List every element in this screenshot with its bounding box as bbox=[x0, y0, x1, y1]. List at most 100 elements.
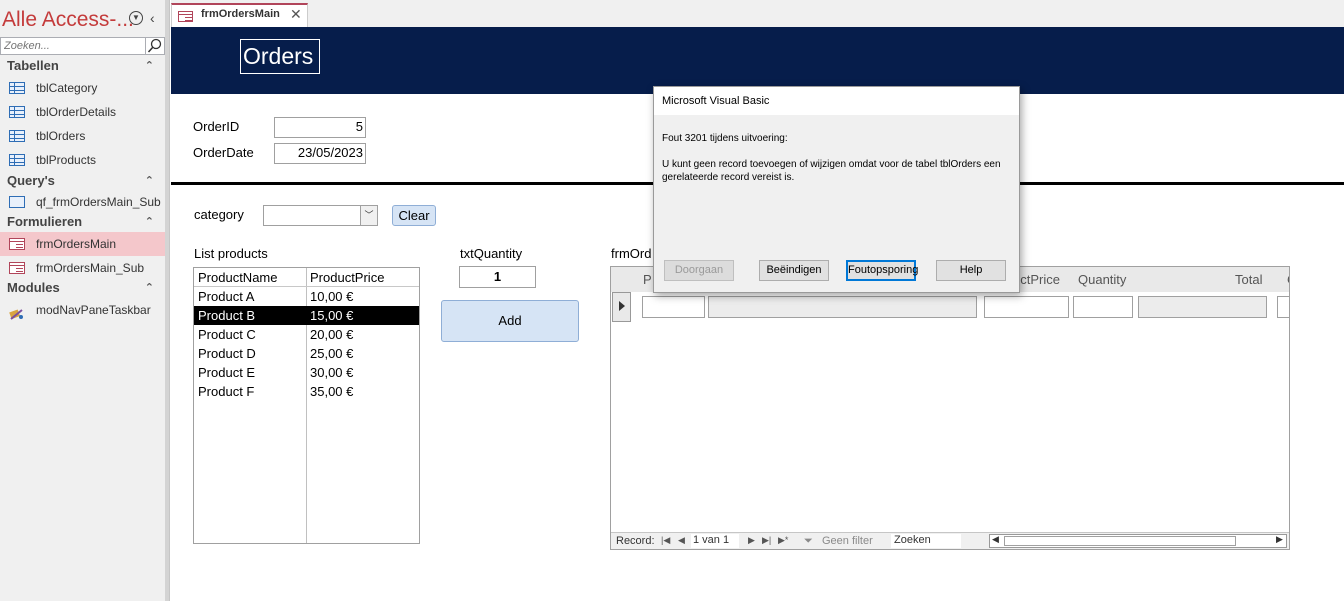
list-item[interactable]: Product E 30,00 € bbox=[194, 363, 419, 382]
nav-item-label: modNavPaneTaskbar bbox=[36, 303, 151, 317]
first-record-icon[interactable]: |◀ bbox=[661, 535, 670, 546]
nav-item-frmordersmain[interactable]: frmOrdersMain bbox=[0, 232, 165, 256]
nav-item-tblorders[interactable]: tblOrders bbox=[0, 124, 165, 148]
subform-label: frmOrd bbox=[611, 246, 652, 261]
product-name: Product D bbox=[198, 346, 256, 361]
quantity-field[interactable] bbox=[1073, 296, 1133, 318]
dialog-message: Fout 3201 tijdens uitvoering: U kunt gee… bbox=[662, 132, 1014, 184]
error-description: U kunt geen record toevoegen of wijzigen… bbox=[662, 159, 1001, 183]
product-name: Product F bbox=[198, 384, 255, 399]
next-record-icon[interactable]: ▶ bbox=[748, 535, 755, 546]
tab-frmordersmain[interactable]: frmOrdersMain ✕ bbox=[171, 3, 308, 27]
products-listbox[interactable]: ProductName ProductPrice Product A 10,00 … bbox=[193, 267, 420, 544]
product-price-field[interactable] bbox=[984, 296, 1069, 318]
chevron-down-icon[interactable]: ▼ bbox=[129, 11, 143, 25]
category-combo[interactable]: ﹀ bbox=[263, 205, 378, 226]
nav-item-frmordersmain-sub[interactable]: frmOrdersMain_Sub bbox=[0, 256, 165, 280]
subform-search-text: Zoeken bbox=[894, 534, 931, 546]
nav-item-label: tblProducts bbox=[36, 153, 97, 167]
nav-group-tabellen[interactable]: Tabellen ⌃ bbox=[0, 56, 165, 76]
nav-item-qf-frmordersmain-sub[interactable]: qf_frmOrdersMain_Sub bbox=[0, 190, 165, 214]
filter-icon[interactable]: ⏷ bbox=[804, 535, 813, 548]
category-label: category bbox=[194, 207, 244, 222]
record-number-field[interactable]: 1 van 1 bbox=[691, 534, 739, 548]
nav-item-tblorderdetails[interactable]: tblOrderDetails bbox=[0, 100, 165, 124]
record-navigation-bar: Record: |◀ ◀ 1 van 1 ▶ ▶| ▶* ⏷ Geen filt… bbox=[611, 532, 1289, 549]
extra-field[interactable] bbox=[1277, 296, 1289, 318]
product-price: 10,00 € bbox=[310, 289, 354, 304]
nav-search-input[interactable] bbox=[0, 37, 146, 55]
scroll-left-icon[interactable]: ◀ bbox=[992, 534, 999, 545]
clear-button[interactable]: Clear bbox=[392, 205, 436, 226]
tab-label: frmOrdersMain bbox=[201, 8, 280, 20]
table-icon bbox=[9, 154, 25, 166]
horizontal-scrollbar[interactable]: ◀ ▶ bbox=[989, 534, 1287, 548]
order-id-label: OrderID bbox=[193, 119, 240, 134]
nav-item-label: tblCategory bbox=[36, 81, 98, 95]
document-tab-bar bbox=[171, 0, 1344, 27]
nav-item-label: tblOrders bbox=[36, 129, 86, 143]
search-icon[interactable] bbox=[146, 37, 165, 55]
add-button[interactable]: Add bbox=[441, 300, 579, 342]
nav-item-tblcategory[interactable]: tblCategory bbox=[0, 76, 165, 100]
product-name: Product B bbox=[198, 308, 256, 323]
help-button[interactable]: Help bbox=[936, 260, 1006, 281]
dialog-title: Microsoft Visual Basic bbox=[662, 95, 770, 107]
nav-item-tblproducts[interactable]: tblProducts bbox=[0, 148, 165, 172]
list-item[interactable]: Product C 20,00 € bbox=[194, 325, 419, 344]
new-record-icon[interactable]: ▶* bbox=[778, 535, 788, 546]
end-button[interactable]: Beëindigen bbox=[759, 260, 829, 281]
close-icon[interactable]: ✕ bbox=[290, 6, 302, 22]
debug-button[interactable]: Foutopsporing bbox=[846, 260, 918, 281]
product-price: 15,00 € bbox=[310, 308, 354, 323]
last-record-icon[interactable]: ▶| bbox=[762, 535, 771, 546]
collapse-pane-icon[interactable]: ‹ bbox=[150, 9, 155, 27]
nav-group-label: Modules bbox=[7, 280, 60, 295]
product-price: 25,00 € bbox=[310, 346, 354, 361]
column-header-productprice: ProductPrice bbox=[310, 270, 385, 285]
chevron-up-icon: ⌃ bbox=[144, 216, 154, 228]
scroll-right-icon[interactable]: ▶ bbox=[1276, 534, 1283, 545]
order-date-label: OrderDate bbox=[193, 145, 254, 160]
product-name: Product C bbox=[198, 327, 256, 342]
chevron-up-icon: ⌃ bbox=[144, 60, 154, 72]
record-label: Record: bbox=[616, 535, 655, 547]
column-header-quantity: Quantity bbox=[1078, 272, 1127, 287]
form-icon bbox=[9, 238, 25, 250]
nav-item-modnavpanetaskbar[interactable]: modNavPaneTaskbar bbox=[0, 298, 165, 322]
list-item-selected[interactable]: Product B 15,00 € bbox=[194, 306, 419, 325]
scrollbar-thumb[interactable] bbox=[1004, 536, 1236, 546]
subform-search-field[interactable]: Zoeken bbox=[891, 534, 961, 548]
dialog-titlebar[interactable]: Microsoft Visual Basic bbox=[654, 87, 1019, 115]
table-icon bbox=[9, 106, 25, 118]
column-header-product: P bbox=[643, 272, 652, 287]
nav-item-label: tblOrderDetails bbox=[36, 105, 117, 119]
order-id-field[interactable]: 5 bbox=[274, 117, 366, 138]
order-date-field[interactable]: 23/05/2023 bbox=[274, 143, 366, 164]
product-price: 35,00 € bbox=[310, 384, 354, 399]
product-name: Product E bbox=[198, 365, 256, 380]
nav-item-label: frmOrdersMain_Sub bbox=[36, 261, 145, 275]
record-selector[interactable] bbox=[612, 292, 631, 322]
product-name-field[interactable] bbox=[708, 296, 977, 318]
product-id-field[interactable] bbox=[642, 296, 705, 318]
list-products-label: List products bbox=[194, 246, 268, 261]
filter-status[interactable]: Geen filter bbox=[822, 535, 873, 547]
list-item[interactable]: Product D 25,00 € bbox=[194, 344, 419, 363]
pane-splitter[interactable] bbox=[165, 0, 170, 601]
nav-pane-title[interactable]: Alle Access-... bbox=[2, 6, 134, 34]
continue-button: Doorgaan bbox=[664, 260, 734, 281]
list-item[interactable]: Product A 10,00 € bbox=[194, 287, 419, 306]
list-item[interactable]: Product F 35,00 € bbox=[194, 382, 419, 401]
nav-group-formulieren[interactable]: Formulieren ⌃ bbox=[0, 212, 165, 232]
product-name: Product A bbox=[198, 289, 255, 304]
nav-group-modules[interactable]: Modules ⌃ bbox=[0, 278, 165, 298]
quantity-field[interactable]: 1 bbox=[459, 266, 536, 288]
previous-record-icon[interactable]: ◀ bbox=[678, 535, 685, 546]
nav-group-queries[interactable]: Query's ⌃ bbox=[0, 171, 165, 191]
total-field[interactable] bbox=[1138, 296, 1267, 318]
column-header-productprice: uctPrice bbox=[1013, 272, 1060, 287]
column-header-productname: ProductName bbox=[198, 270, 278, 285]
module-icon bbox=[9, 304, 25, 320]
chevron-down-icon[interactable]: ﹀ bbox=[360, 206, 377, 225]
